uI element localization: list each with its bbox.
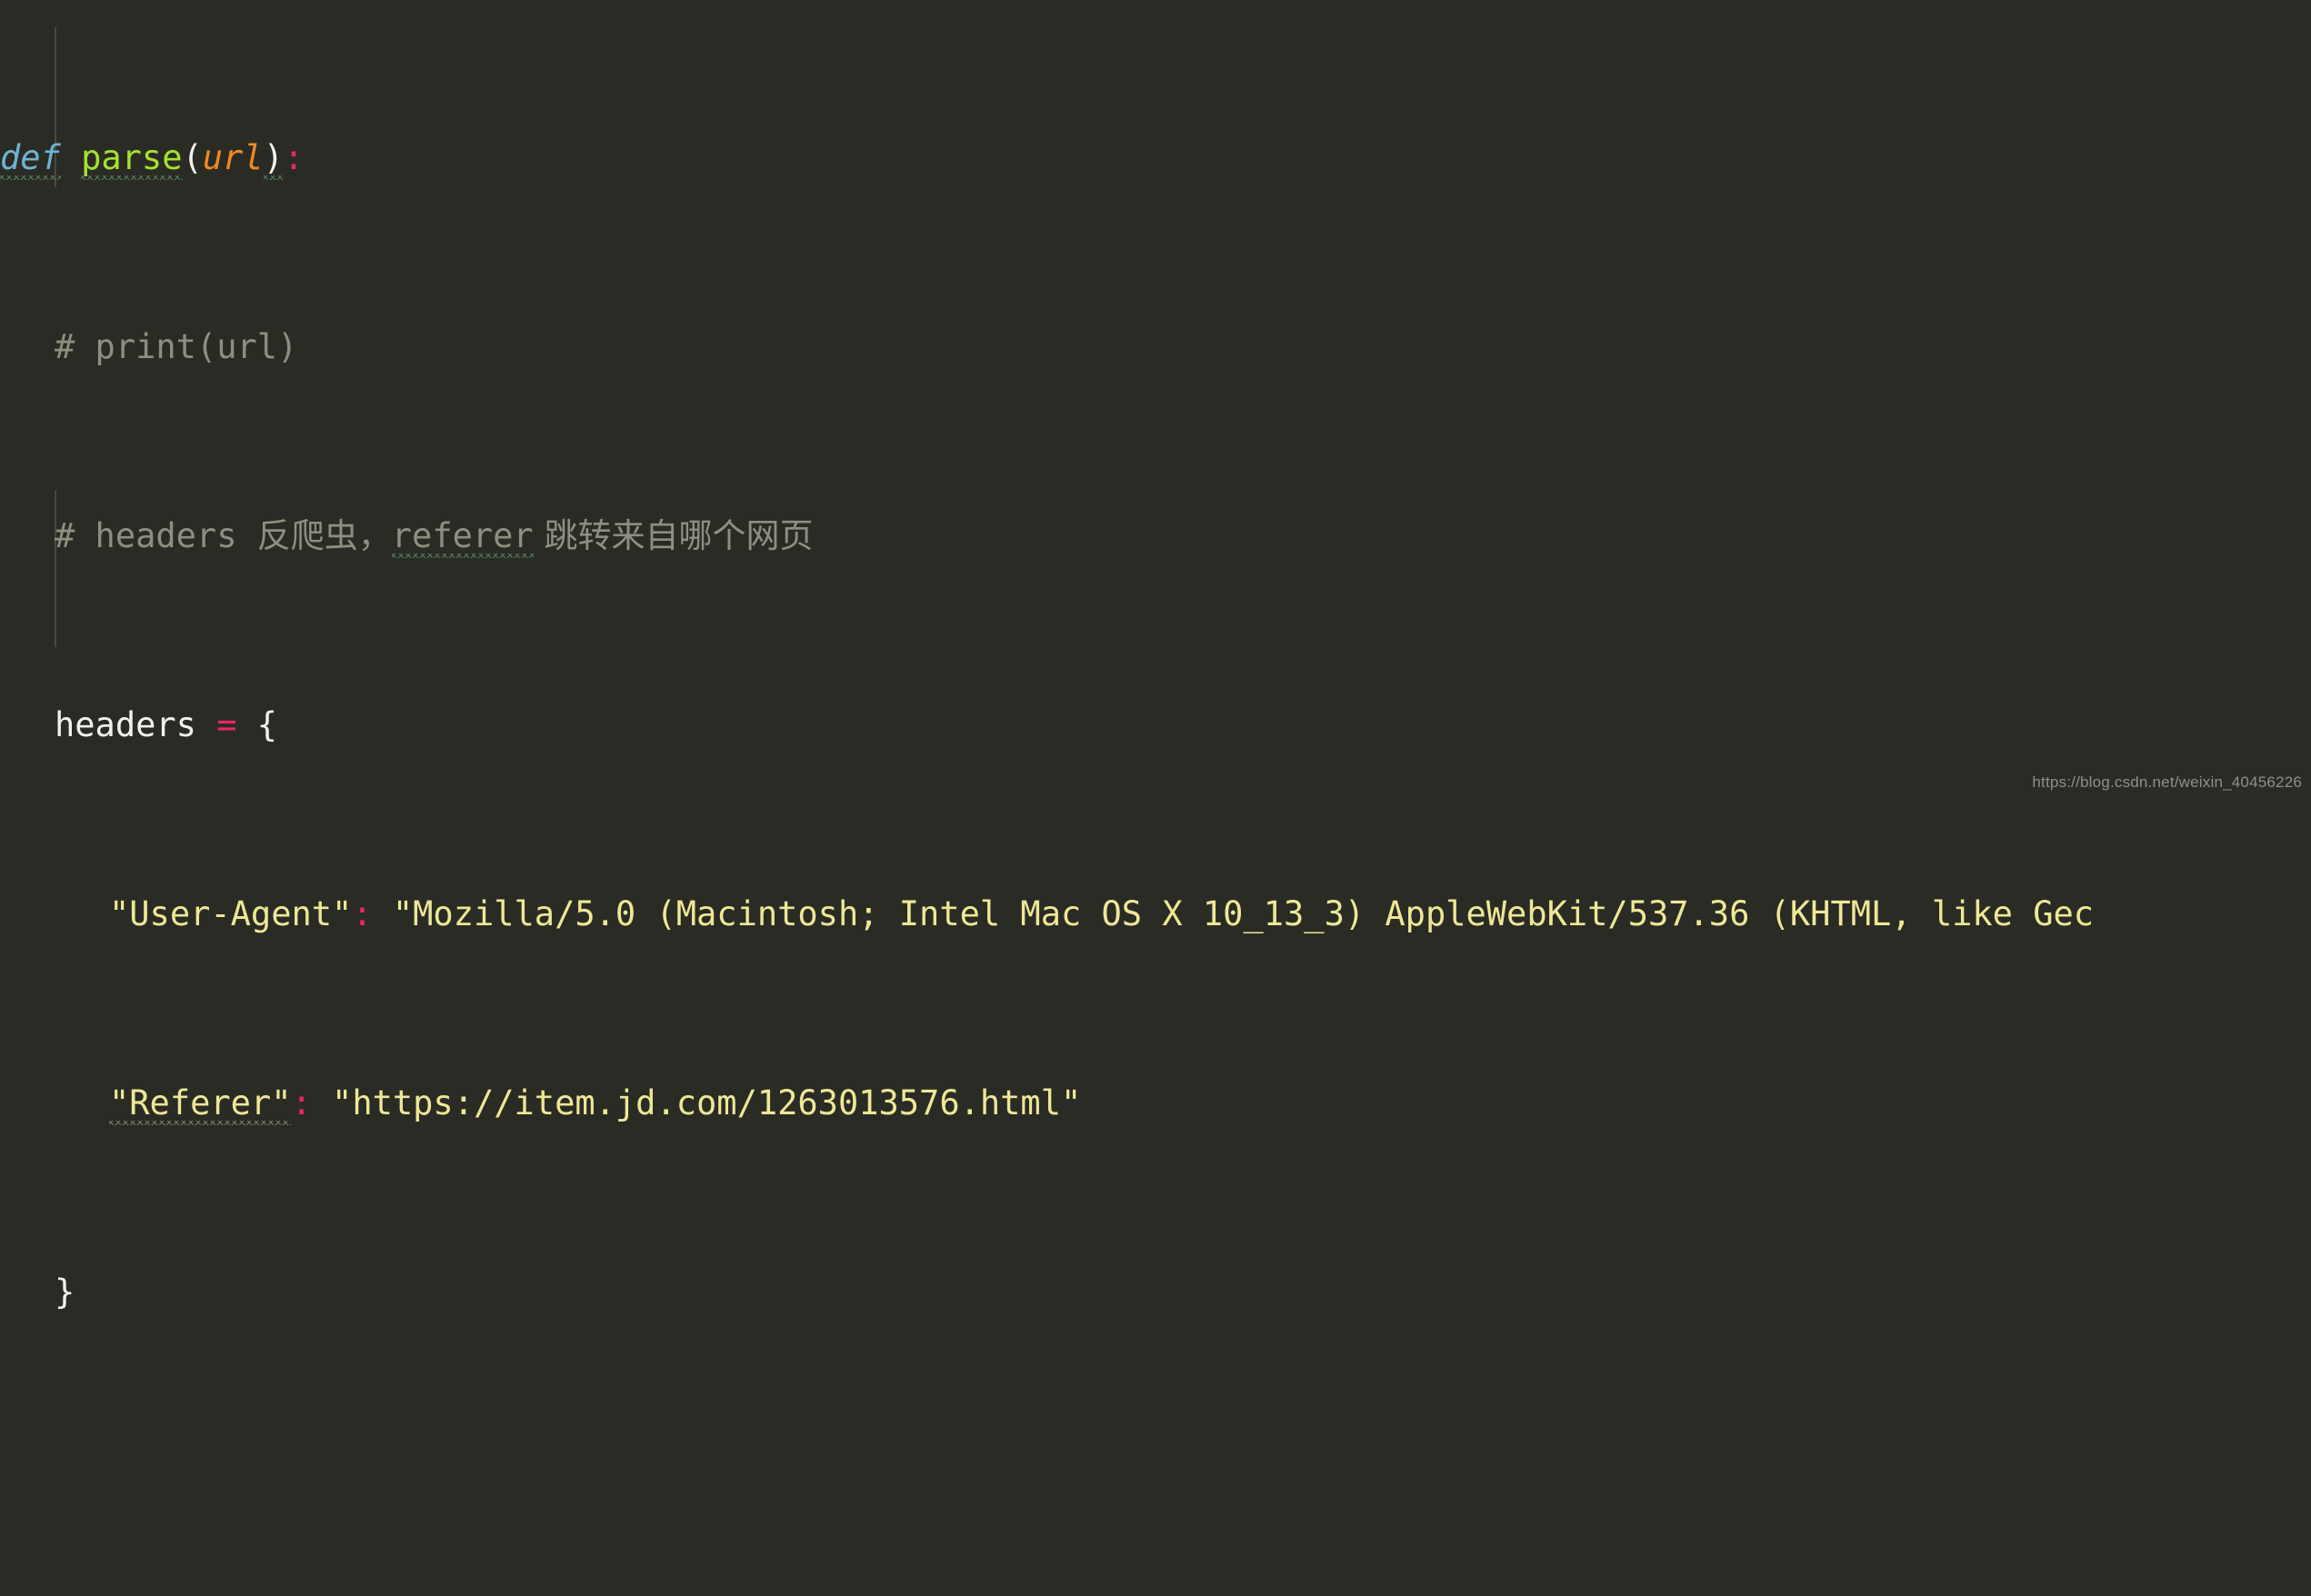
dict-key-referer: "Referer" — [109, 1080, 292, 1127]
code-line-4: headers = { — [0, 702, 2311, 749]
code-line-8-blank — [0, 1458, 2311, 1505]
comment-print-url: # print(url) — [55, 327, 298, 366]
comment-cjk-referer-note: 跳转来自哪个网页 — [533, 516, 814, 555]
watermark-blog-url: https://blog.csdn.net/weixin_40456226 — [2032, 773, 2302, 791]
dict-value-referer: "https://item.jd.com/1263013576.html" — [332, 1083, 1082, 1122]
param-url: url — [202, 138, 264, 177]
code-line-5: "User-Agent": "Mozilla/5.0 (Macintosh; I… — [0, 891, 2311, 938]
open-paren: ( — [182, 138, 203, 177]
code-line-2: # print(url) — [0, 324, 2311, 371]
keyword-def: def — [0, 135, 61, 182]
colon: : — [291, 1083, 312, 1122]
comment-referer-word: referer — [391, 513, 534, 560]
colon: : — [283, 138, 305, 177]
comment-cjk-anti-crawler: 反爬虫， — [256, 516, 392, 555]
code-line-1: def parse(url): — [0, 135, 2311, 182]
code-line-7: } — [0, 1269, 2311, 1316]
dict-key-user-agent: "User-Agent" — [109, 894, 353, 933]
function-name-parse: parse — [81, 135, 183, 182]
code-block[interactable]: def parse(url): # print(url) # headers 反… — [0, 0, 2311, 1596]
close-paren: ) — [263, 135, 285, 182]
colon: : — [352, 894, 373, 933]
variable-headers: headers — [55, 705, 196, 744]
open-brace: { — [256, 705, 278, 744]
dict-value-user-agent: "Mozilla/5.0 (Macintosh; Intel Mac OS X … — [392, 894, 2095, 933]
close-brace: } — [55, 1272, 75, 1312]
code-line-3: # headers 反爬虫，referer 跳转来自哪个网页 — [0, 513, 2311, 560]
comment-headers-head: # headers — [55, 516, 257, 555]
code-editor-pane[interactable]: def parse(url): # print(url) # headers 反… — [0, 0, 2311, 1312]
assign-operator: = — [216, 705, 237, 744]
code-line-6: "Referer": "https://item.jd.com/12630135… — [0, 1080, 2311, 1127]
